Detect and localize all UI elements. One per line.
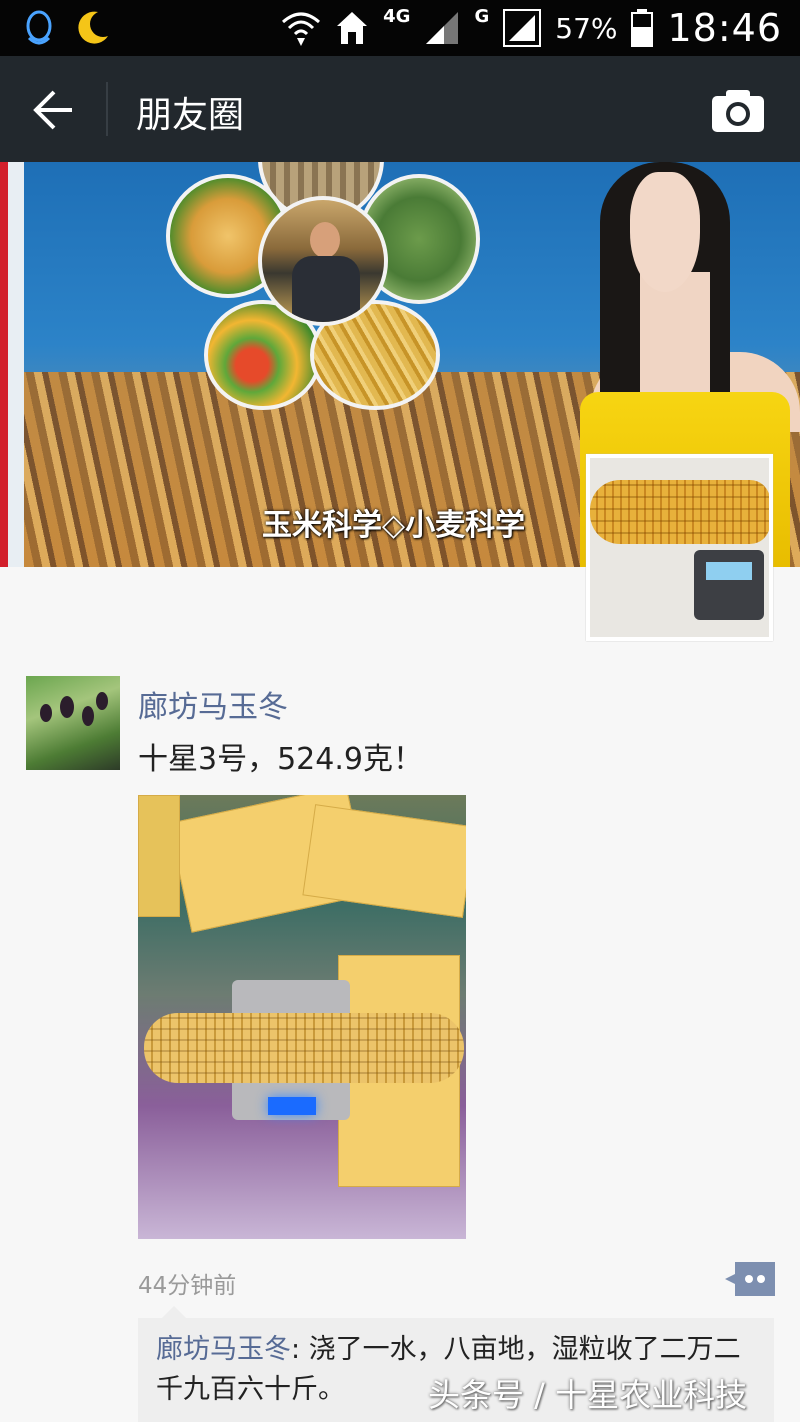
title-bar: 朋友圈 [0, 56, 800, 162]
comment-author[interactable]: 廊坊马玉冬 [156, 1334, 291, 1365]
title-divider [106, 82, 108, 136]
clock: 18:46 [667, 6, 782, 50]
home-icon [337, 12, 368, 44]
profile-avatar[interactable] [586, 454, 773, 641]
watermark: 头条号 / 十星农业科技 [428, 1376, 748, 1414]
moon-icon [78, 11, 108, 44]
wifi-icon [282, 12, 321, 46]
post-text: 十星3号，524.9克！ [138, 742, 423, 777]
status-bar: 4G G 57% 18:46 [0, 0, 800, 56]
page-title: 朋友圈 [136, 95, 245, 136]
post-photo[interactable] [138, 795, 466, 1239]
qq-icon [26, 10, 52, 45]
battery-icon [631, 9, 654, 47]
post-timestamp: 44分钟前 [138, 1273, 237, 1299]
cover-caption: 玉米科学◇小麦科学 [262, 508, 526, 543]
comment-icon[interactable] [725, 1262, 775, 1296]
comment-separator: : [291, 1334, 309, 1365]
camera-icon[interactable] [710, 88, 766, 134]
network-type: 4G [383, 5, 411, 27]
back-arrow-icon[interactable] [30, 88, 78, 132]
corn-cob [144, 1013, 464, 1083]
signal-icon [503, 9, 542, 47]
farmer-photo [258, 196, 388, 326]
post-author-avatar[interactable] [26, 676, 120, 770]
network-g: G [474, 5, 490, 27]
post-author-name[interactable]: 廊坊马玉冬 [138, 682, 288, 726]
signal-icon [426, 12, 459, 44]
battery-percent: 57% [555, 11, 618, 45]
